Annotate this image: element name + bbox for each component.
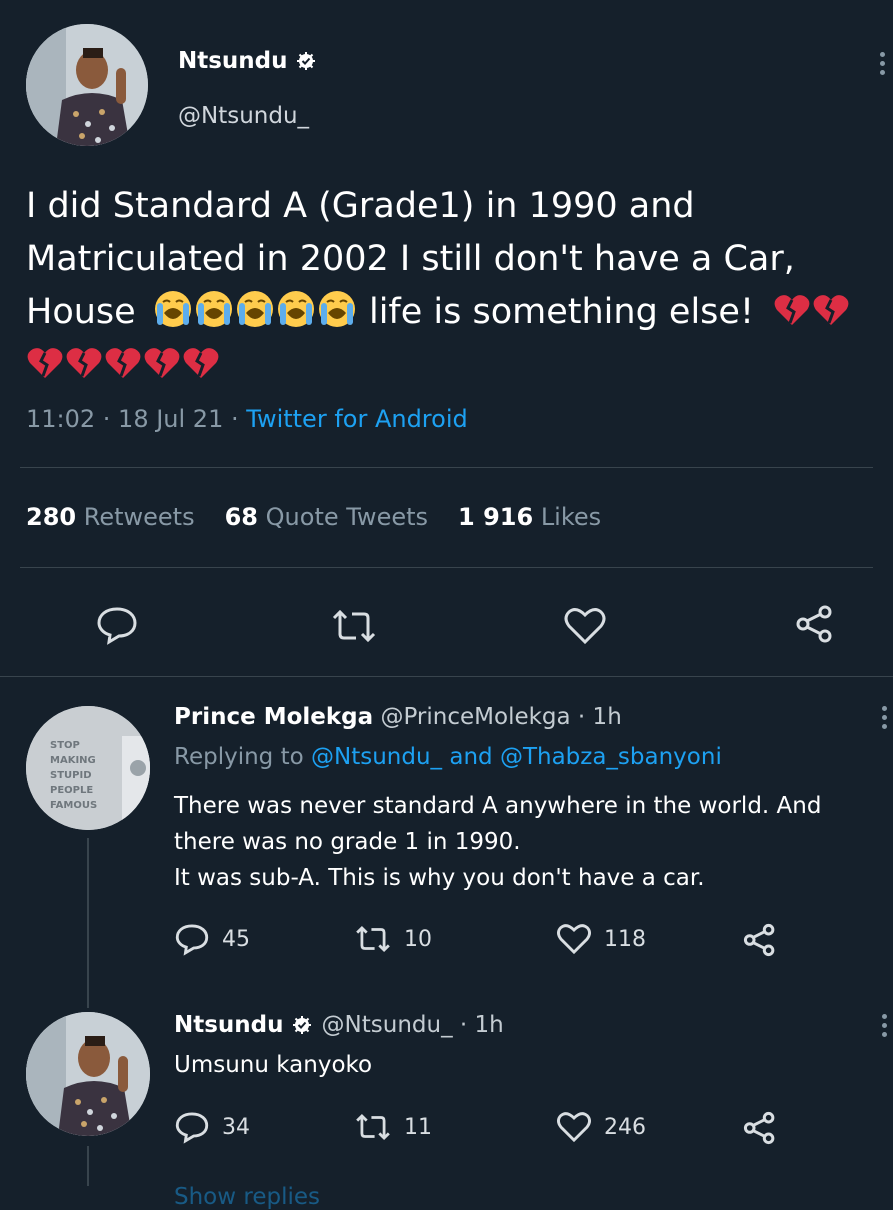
sign-text-line: STOP	[50, 740, 80, 751]
crying-face-emoji	[236, 291, 273, 327]
reply1-handle-time[interactable]: @PrinceMolekga · 1h	[380, 704, 621, 730]
tweet-source[interactable]: Twitter for Android	[246, 405, 467, 433]
retweets-stat[interactable]: 280 Retweets	[26, 503, 195, 531]
thread-line	[87, 838, 89, 1008]
broken-heart-emoji	[813, 295, 849, 325]
author-name-row: Ntsundu	[178, 44, 316, 78]
reply2-actions: 34 11 246	[174, 1110, 874, 1150]
broken-heart-emoji	[144, 348, 180, 378]
tweet-meta: 11:02 · 18 Jul 21 · Twitter for Android	[26, 405, 468, 433]
reply1-reply-count: 45	[222, 926, 250, 952]
reply1-retweet-action[interactable]: 10	[354, 924, 432, 954]
broken-heart-emoji	[774, 295, 810, 325]
likes-stat[interactable]: 1 916 Likes	[458, 503, 601, 531]
share-icon[interactable]	[742, 922, 778, 958]
reply1-like-count: 118	[604, 926, 646, 952]
retweet-icon	[354, 1112, 392, 1142]
author-handle[interactable]: @Ntsundu_	[178, 103, 309, 129]
sign-text-line: MAKING	[50, 755, 96, 766]
broken-heart-emoji	[66, 348, 102, 378]
tweet-text-house: House	[26, 292, 136, 332]
sign-text-line: PEOPLE	[50, 785, 93, 796]
verified-badge-icon	[292, 1015, 312, 1035]
more-options-icon[interactable]	[882, 1014, 888, 1041]
reply1-replying-to: Replying to @Ntsundu_ and @Thabza_sbanyo…	[174, 744, 722, 770]
reply1-actions: 45 10 118	[174, 922, 874, 962]
reply1-retweet-count: 10	[404, 926, 432, 952]
tweet-text-line-2: Matriculated in 2002 I still don't have …	[26, 239, 795, 279]
tweet-stats: 280 Retweets 68 Quote Tweets 1 916 Likes	[26, 503, 601, 531]
sign-text-line: STUPID	[50, 770, 92, 781]
tweet-text-line-1: I did Standard A (Grade1) in 1990 and	[26, 186, 695, 226]
reply2-reply-action[interactable]: 34	[174, 1110, 250, 1144]
tweet-text-suffix: life is something else!	[368, 292, 754, 332]
more-options-icon[interactable]	[882, 706, 888, 733]
reply2-handle-time[interactable]: @Ntsundu_ · 1h	[322, 1012, 504, 1038]
avatar-photo	[26, 1012, 150, 1136]
reply-avatar-prince[interactable]: STOP MAKING STUPID PEOPLE FAMOUS	[26, 706, 150, 830]
crying-face-emoji	[154, 291, 191, 327]
heart-icon[interactable]	[563, 606, 607, 646]
crying-emoji-group	[153, 291, 369, 332]
crying-face-emoji	[277, 291, 314, 327]
crying-face-emoji	[195, 291, 232, 327]
reply2-header: Ntsundu @Ntsundu_ · 1h	[174, 1012, 504, 1038]
crying-face-emoji	[318, 291, 355, 327]
broken-heart-emoji	[183, 348, 219, 378]
reply1-reply-action[interactable]: 45	[174, 922, 250, 956]
reply1-like-action[interactable]: 118	[556, 922, 646, 956]
retweet-icon	[354, 924, 392, 954]
thread-line	[87, 1146, 89, 1186]
reply2-retweet-count: 11	[404, 1114, 432, 1140]
reply2-like-action[interactable]: 246	[556, 1110, 646, 1144]
reply-avatar-ntsundu[interactable]	[26, 1012, 150, 1136]
share-icon[interactable]	[794, 603, 836, 645]
tweet-timestamp[interactable]: 11:02 · 18 Jul 21 ·	[26, 405, 239, 433]
reply1-text: There was never standard A anywhere in t…	[174, 793, 822, 891]
show-replies-link[interactable]: Show replies	[174, 1184, 320, 1210]
reply2-reply-count: 34	[222, 1114, 250, 1140]
share-icon[interactable]	[742, 1110, 778, 1146]
avatar-photo	[26, 24, 148, 146]
divider	[0, 676, 893, 677]
more-options-icon[interactable]	[880, 52, 886, 79]
divider	[20, 567, 873, 568]
author-name[interactable]: Ntsundu	[178, 48, 288, 74]
tweet-text: I did Standard A (Grade1) in 1990 and Ma…	[26, 180, 893, 389]
sign-text-line: FAMOUS	[50, 800, 97, 811]
divider	[20, 467, 873, 468]
reply1-header: Prince Molekga @PrinceMolekga · 1h	[174, 704, 622, 730]
reply2-text: Umsunu kanyoko	[174, 1052, 373, 1078]
replying-user-ntsundu[interactable]: @Ntsundu_	[311, 744, 442, 770]
reply2-author-name[interactable]: Ntsundu	[174, 1012, 284, 1038]
retweet-icon[interactable]	[330, 608, 378, 644]
verified-badge-icon	[296, 51, 316, 71]
broken-heart-emoji	[27, 348, 63, 378]
reply-icon	[174, 922, 210, 956]
broken-heart-emoji	[105, 348, 141, 378]
broken-heart-emoji-group-1	[773, 292, 851, 332]
reply-icon	[174, 1110, 210, 1144]
quote-tweets-stat[interactable]: 68 Quote Tweets	[225, 503, 428, 531]
heart-icon	[556, 922, 592, 956]
reply2-like-count: 246	[604, 1114, 646, 1140]
replying-user-thabza[interactable]: @Thabza_sbanyoni	[500, 744, 722, 770]
reply2-retweet-action[interactable]: 11	[354, 1112, 432, 1142]
author-avatar[interactable]	[26, 24, 148, 146]
broken-heart-emoji-group-2	[26, 339, 893, 389]
reply-icon[interactable]	[95, 605, 139, 645]
stop-making-stupid-people-famous-sign: STOP MAKING STUPID PEOPLE FAMOUS	[26, 706, 150, 830]
tweet-text-line-3: House life is something else!	[26, 286, 893, 339]
reply1-author-name[interactable]: Prince Molekga	[174, 704, 373, 730]
heart-icon	[556, 1110, 592, 1144]
